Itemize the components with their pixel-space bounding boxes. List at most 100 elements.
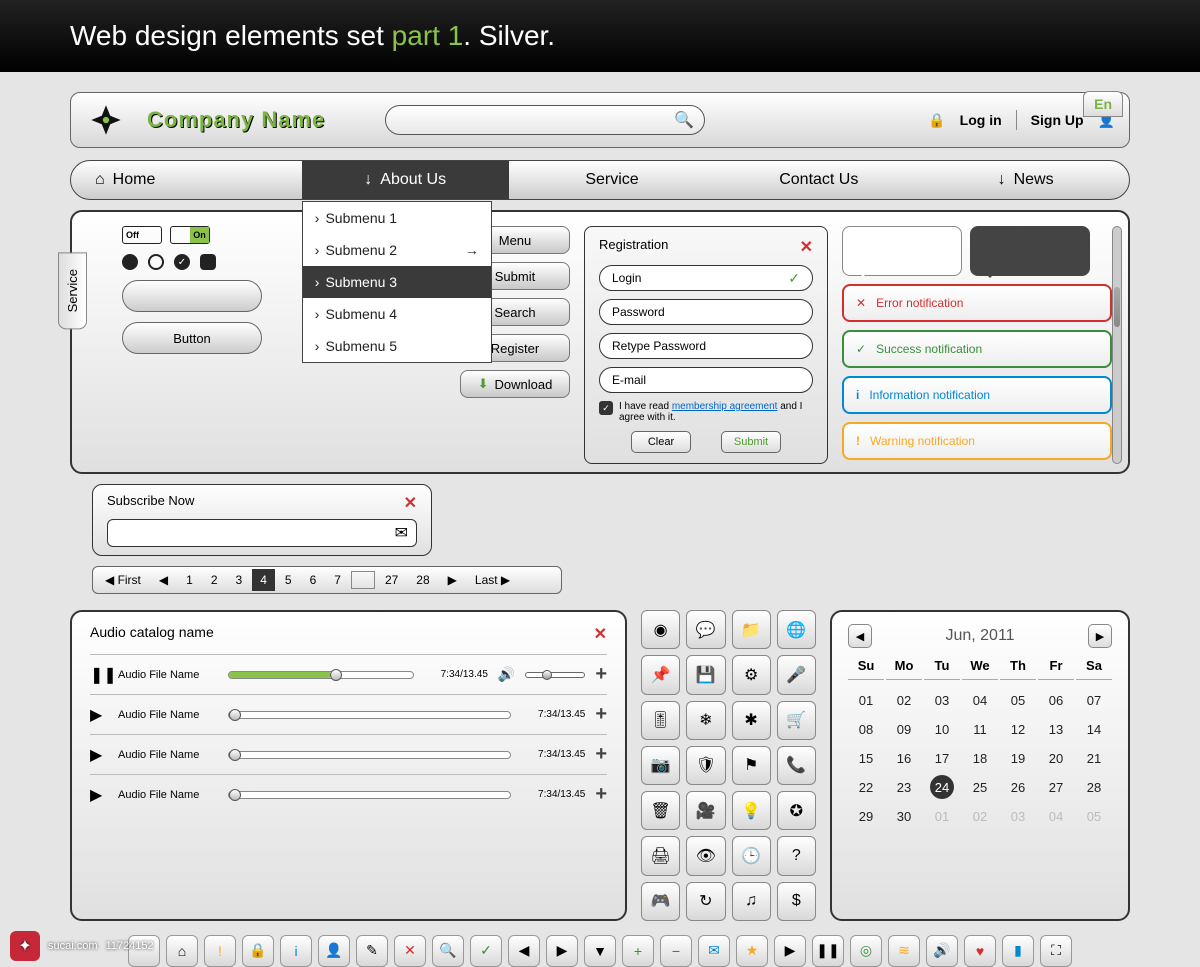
calendar-day[interactable]: 01 xyxy=(924,804,960,829)
calendar-day[interactable]: 06 xyxy=(1038,688,1074,713)
calendar-day[interactable]: 14 xyxy=(1076,717,1112,742)
add-icon[interactable]: + xyxy=(595,663,607,686)
pagination-page[interactable]: 1 xyxy=(178,569,201,591)
pagination-page[interactable]: 28 xyxy=(408,569,437,591)
checkbox-filled-icon[interactable] xyxy=(200,254,216,270)
pagination-page[interactable]: 27 xyxy=(377,569,406,591)
sliders-icon[interactable]: 🎚 xyxy=(641,701,680,740)
submenu-item[interactable]: › Submenu 1 xyxy=(303,202,491,234)
header-search-input[interactable]: 🔍 xyxy=(385,105,705,135)
lock-icon[interactable]: 🔒 xyxy=(242,935,274,967)
disc-icon[interactable]: ◉ xyxy=(641,610,680,649)
calendar-day[interactable]: 04 xyxy=(962,688,998,713)
calendar-day[interactable]: 12 xyxy=(1000,717,1036,742)
check-icon[interactable]: ✓ xyxy=(470,935,502,967)
play-icon[interactable]: ▶ xyxy=(774,935,806,967)
submenu-item[interactable]: › Submenu 3 xyxy=(303,266,491,298)
calendar-day[interactable]: 18 xyxy=(962,746,998,771)
eye-icon[interactable]: 👁 xyxy=(686,836,725,875)
login-link[interactable]: Log in xyxy=(960,112,1002,128)
left-icon[interactable]: ◀ xyxy=(508,935,540,967)
dollar-icon[interactable]: $ xyxy=(777,882,816,921)
alert-icon[interactable]: ! xyxy=(204,935,236,967)
target-icon[interactable]: ◎ xyxy=(850,935,882,967)
download-button[interactable]: ⬇ Download xyxy=(460,370,570,398)
phone-icon[interactable]: 📞 xyxy=(777,746,816,785)
calendar-day[interactable]: 29 xyxy=(848,804,884,829)
calendar-prev-button[interactable]: ◀ xyxy=(848,624,872,648)
help-icon[interactable]: ? xyxy=(777,836,816,875)
close-icon[interactable]: ✕ xyxy=(394,935,426,967)
heart-icon[interactable]: ♥ xyxy=(964,935,996,967)
calendar-day[interactable]: 30 xyxy=(886,804,922,829)
checkbox-checked-icon[interactable]: ✓ xyxy=(174,254,190,270)
calendar-day[interactable]: 03 xyxy=(1000,804,1036,829)
calendar-day[interactable]: 09 xyxy=(886,717,922,742)
toggle-on[interactable]: On xyxy=(170,226,210,244)
search-icon[interactable]: 🔍 xyxy=(432,935,464,967)
asterisk-icon[interactable]: ✱ xyxy=(732,701,771,740)
calendar-day[interactable]: 03 xyxy=(924,688,960,713)
play-icon[interactable]: ▶ xyxy=(90,705,108,725)
nav-about[interactable]: ↓About Us › Submenu 1› Submenu 2→› Subme… xyxy=(302,161,509,199)
nav-home[interactable]: ⌂Home xyxy=(71,161,302,199)
submenu-item[interactable]: › Submenu 5 xyxy=(303,330,491,362)
save-icon[interactable]: 💾 xyxy=(686,655,725,694)
chat-icon[interactable]: 💬 xyxy=(686,610,725,649)
calendar-day[interactable]: 10 xyxy=(924,717,960,742)
calendar-day[interactable]: 05 xyxy=(1076,804,1112,829)
calendar-day[interactable]: 22 xyxy=(848,775,884,800)
volume-icon[interactable]: 🔊 xyxy=(926,935,958,967)
close-icon[interactable]: ✕ xyxy=(800,237,813,257)
calendar-day[interactable]: 04 xyxy=(1038,804,1074,829)
calendar-day[interactable]: 08 xyxy=(848,717,884,742)
calendar-next-button[interactable]: ▶ xyxy=(1088,624,1112,648)
calendar-day[interactable]: 15 xyxy=(848,746,884,771)
pagination-page[interactable]: 7 xyxy=(326,569,349,591)
pagination-page[interactable]: 3 xyxy=(228,569,251,591)
shield-icon[interactable]: 🛡 xyxy=(686,746,725,785)
signup-link[interactable]: Sign Up xyxy=(1031,112,1084,128)
trash-icon[interactable]: 🗑 xyxy=(641,791,680,830)
nav-news[interactable]: ↓News xyxy=(922,161,1129,199)
cart-icon[interactable]: 🛒 xyxy=(777,701,816,740)
language-selector[interactable]: En xyxy=(1083,91,1123,117)
gamepad-icon[interactable]: 🎮 xyxy=(641,882,680,921)
mic-icon[interactable]: 🎤 xyxy=(777,655,816,694)
password-input[interactable]: Password xyxy=(599,299,813,325)
home-icon[interactable]: ⌂ xyxy=(166,935,198,967)
video-icon[interactable]: 🎥 xyxy=(686,791,725,830)
pagination-next[interactable]: ▶ xyxy=(440,569,465,591)
submenu-item[interactable]: › Submenu 2→ xyxy=(303,234,491,266)
add-icon[interactable]: + xyxy=(595,743,607,766)
user-icon[interactable]: 👤 xyxy=(318,935,350,967)
blank-button[interactable] xyxy=(122,280,262,312)
volume-slider[interactable] xyxy=(525,672,585,678)
add-icon[interactable]: + xyxy=(595,783,607,806)
play-icon[interactable]: ▶ xyxy=(90,785,108,805)
calendar-day[interactable]: 26 xyxy=(1000,775,1036,800)
calendar-day[interactable]: 16 xyxy=(886,746,922,771)
track-progress[interactable] xyxy=(228,671,414,679)
plus-icon[interactable]: + xyxy=(622,935,654,967)
nav-service[interactable]: Service xyxy=(509,161,716,199)
right-icon[interactable]: ▶ xyxy=(546,935,578,967)
pagination-page[interactable]: 2 xyxy=(203,569,226,591)
calendar-day[interactable]: 20 xyxy=(1038,746,1074,771)
mail-icon[interactable]: ✉ xyxy=(698,935,730,967)
calendar-day[interactable]: 28 xyxy=(1076,775,1112,800)
music-icon[interactable]: ♫ xyxy=(732,882,771,921)
scrollbar[interactable] xyxy=(1112,226,1122,464)
badge-icon[interactable]: ✪ xyxy=(777,791,816,830)
edit-icon[interactable]: ✎ xyxy=(356,935,388,967)
chart-icon[interactable]: ▮ xyxy=(1002,935,1034,967)
pagination-page[interactable]: 6 xyxy=(302,569,325,591)
calendar-day[interactable]: 11 xyxy=(962,717,998,742)
calendar-day[interactable]: 25 xyxy=(962,775,998,800)
close-icon[interactable]: ✕ xyxy=(594,624,607,644)
minus-icon[interactable]: − xyxy=(660,935,692,967)
track-progress[interactable] xyxy=(228,711,511,719)
expand-icon[interactable]: ⛶ xyxy=(1040,935,1072,967)
pagination-page[interactable]: 5 xyxy=(277,569,300,591)
calendar-day[interactable]: 24 xyxy=(930,775,954,799)
